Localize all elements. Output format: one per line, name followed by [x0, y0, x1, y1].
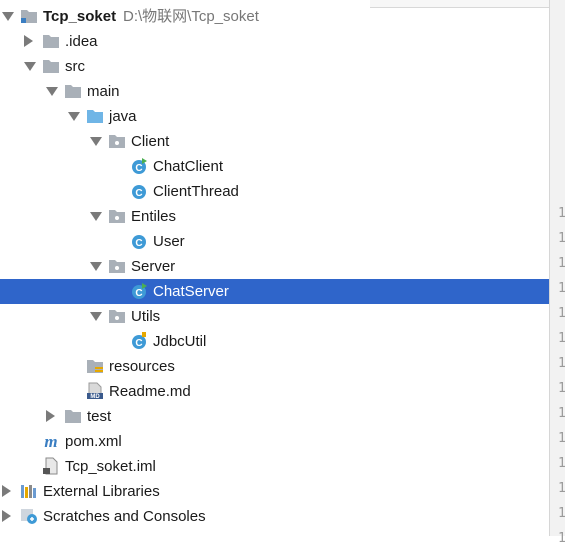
package-icon — [108, 132, 126, 150]
tree-node-java[interactable]: java — [0, 104, 549, 129]
chevron-down-icon[interactable] — [2, 12, 14, 21]
maven-icon: m — [42, 432, 60, 451]
svg-text:C: C — [135, 338, 142, 349]
gutter-line-number: 1 — [558, 506, 565, 521]
package-icon — [108, 257, 126, 275]
editor-gutter: 1 1 1 1 1 1 1 1 1 1 1 1 1 1 — [549, 0, 565, 546]
tree-node-label: Scratches and Consoles — [43, 508, 206, 525]
package-icon — [108, 207, 126, 225]
java-class-icon: C — [130, 182, 148, 200]
tree-node-label: pom.xml — [65, 433, 122, 450]
gutter-line-number: 1 — [558, 531, 565, 546]
chevron-right-icon[interactable] — [2, 510, 11, 522]
markdown-file-icon: MD — [86, 382, 104, 400]
chevron-down-icon[interactable] — [90, 262, 102, 271]
tree-node-label: Tcp_soket.iml — [65, 458, 156, 475]
project-tree: Tcp_soket D:\物联网\Tcp_soket .idea src main jav… — [0, 0, 549, 536]
tree-node-label: Readme.md — [109, 383, 191, 400]
source-folder-icon — [86, 107, 104, 125]
svg-text:C: C — [135, 288, 142, 299]
svg-text:MD: MD — [90, 394, 100, 400]
iml-file-icon — [42, 457, 60, 475]
scratches-icon — [20, 507, 38, 525]
tree-node-label: Server — [131, 258, 176, 275]
tree-node-label: Client — [131, 133, 170, 150]
tree-node-external-libraries[interactable]: External Libraries — [0, 479, 549, 504]
gutter-line-number: 1 — [558, 431, 565, 446]
tree-node-label: User — [153, 233, 185, 250]
editor-tab-strip — [370, 0, 549, 8]
svg-text:C: C — [135, 238, 142, 249]
gutter-line-number: 1 — [558, 456, 565, 471]
java-class-lock-icon: C — [130, 332, 148, 350]
gutter-line-number: 1 — [558, 206, 565, 221]
folder-icon — [42, 32, 60, 50]
tree-node-readme-md[interactable]: MD Readme.md — [0, 379, 549, 404]
tree-node-chatclient[interactable]: C ChatClient — [0, 154, 549, 179]
gutter-line-number: 1 — [558, 356, 565, 371]
chevron-down-icon[interactable] — [90, 212, 102, 221]
chevron-right-icon[interactable] — [24, 35, 33, 47]
java-class-run-icon: C — [130, 157, 148, 175]
tree-node-label: Tcp_soket — [43, 8, 117, 25]
libraries-icon — [20, 482, 38, 500]
tree-node-label: test — [87, 408, 112, 425]
tree-node-chatserver[interactable]: C ChatServer — [0, 279, 549, 304]
gutter-line-number: 1 — [558, 481, 565, 496]
gutter-line-number: 1 — [558, 256, 565, 271]
tree-node-label: ChatServer — [153, 283, 229, 300]
gutter-line-number: 1 — [558, 306, 565, 321]
tree-node-server[interactable]: Server — [0, 254, 549, 279]
folder-icon — [64, 407, 82, 425]
java-class-icon: C — [130, 232, 148, 250]
tree-node-label: main — [87, 83, 120, 100]
tree-node-clientthread[interactable]: C ClientThread — [0, 179, 549, 204]
folder-icon — [42, 57, 60, 75]
tree-node-client[interactable]: Client — [0, 129, 549, 154]
svg-text:C: C — [135, 163, 142, 174]
tree-node-tcp-soket-iml[interactable]: Tcp_soket.iml — [0, 454, 549, 479]
chevron-down-icon[interactable] — [68, 112, 80, 121]
tree-node-label: External Libraries — [43, 483, 160, 500]
project-path-hint: D:\物联网\Tcp_soket — [123, 8, 259, 25]
package-icon — [108, 307, 126, 325]
tree-node-main[interactable]: main — [0, 79, 549, 104]
tree-node-label: src — [65, 58, 85, 75]
chevron-right-icon[interactable] — [46, 410, 55, 422]
gutter-line-number: 1 — [558, 406, 565, 421]
gutter-line-number: 1 — [558, 281, 565, 296]
tree-node-entiles[interactable]: Entiles — [0, 204, 549, 229]
tree-node-label: Entiles — [131, 208, 177, 225]
chevron-down-icon[interactable] — [90, 312, 102, 321]
chevron-down-icon[interactable] — [24, 62, 36, 71]
chevron-down-icon[interactable] — [90, 137, 102, 146]
tree-node-label: ChatClient — [153, 158, 224, 175]
tree-node-jdbcutil[interactable]: C JdbcUtil — [0, 329, 549, 354]
java-class-run-icon: C — [130, 282, 148, 300]
tree-node-label: resources — [109, 358, 175, 375]
gutter-line-number: 1 — [558, 231, 565, 246]
tree-node-label: JdbcUtil — [153, 333, 207, 350]
chevron-right-icon[interactable] — [2, 485, 11, 497]
tree-node-resources[interactable]: resources — [0, 354, 549, 379]
tree-node-label: Utils — [131, 308, 161, 325]
tree-node-label: .idea — [65, 33, 98, 50]
chevron-down-icon[interactable] — [46, 87, 58, 96]
tree-node-utils[interactable]: Utils — [0, 304, 549, 329]
gutter-line-number: 1 — [558, 331, 565, 346]
tree-node-src[interactable]: src — [0, 54, 549, 79]
tree-node-pom-xml[interactable]: m pom.xml — [0, 429, 549, 454]
tree-node-label: java — [109, 108, 137, 125]
tree-node-idea[interactable]: .idea — [0, 29, 549, 54]
gutter-line-number: 1 — [558, 381, 565, 396]
svg-text:m: m — [44, 432, 57, 450]
tree-node-scratches-and-consoles[interactable]: Scratches and Consoles — [0, 504, 549, 529]
tree-node-label: ClientThread — [153, 183, 239, 200]
tree-node-user[interactable]: C User — [0, 229, 549, 254]
resources-folder-icon — [86, 357, 104, 375]
folder-icon — [64, 82, 82, 100]
tree-node-test[interactable]: test — [0, 404, 549, 429]
project-folder-icon — [20, 7, 38, 25]
svg-text:C: C — [135, 188, 142, 199]
